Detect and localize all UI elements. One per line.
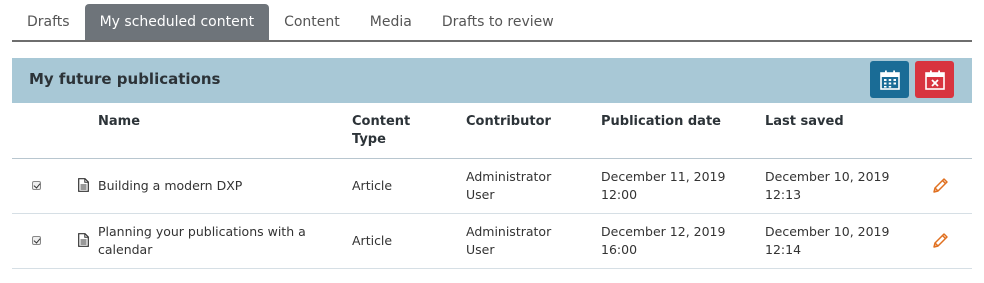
row-name[interactable]: Planning your publications with a calend… (98, 223, 328, 259)
column-header-content-type-line1: Content (352, 114, 411, 129)
pencil-icon[interactable] (930, 176, 950, 196)
row-content-type: Article (352, 233, 393, 248)
tab-media[interactable]: Media (355, 4, 427, 40)
column-header-name: Name (98, 114, 141, 129)
row-publication-date-line2: 12:00 (601, 187, 638, 202)
calendar-remove-icon (924, 70, 945, 90)
row-contributor: Administrator User (466, 168, 586, 204)
row-publication-date-line1: December 12, 2019 (601, 224, 726, 239)
tab-content[interactable]: Content (269, 4, 355, 40)
row-last-saved-line1: December 10, 2019 (765, 224, 890, 239)
row-content-type: Article (352, 178, 393, 193)
row-name[interactable]: Building a modern DXP (98, 177, 328, 195)
row-publication-date: December 12, 2019 16:00 (601, 223, 751, 259)
row-contributor-line2: User (466, 187, 495, 202)
unschedule-button[interactable] (915, 61, 954, 98)
column-header-publication-date: Publication date (601, 114, 721, 129)
table-row[interactable]: Building a modern DXP Article Administra… (12, 159, 972, 214)
row-last-saved-line1: December 10, 2019 (765, 169, 890, 184)
row-name-line2: calendar (98, 242, 153, 257)
row-publication-date-line1: December 11, 2019 (601, 169, 726, 184)
row-name-line1: Planning your publications with a (98, 224, 306, 239)
row-publication-date-line2: 16:00 (601, 242, 638, 257)
column-header-content-type: Content Type (352, 113, 452, 149)
scheduled-content-table: Name Content Type Contributor Publicatio… (12, 103, 972, 269)
column-header-last-saved: Last saved (765, 114, 844, 129)
row-last-saved-line2: 12:14 (765, 242, 802, 257)
row-contributor-line1: Administrator (466, 169, 552, 184)
row-last-saved-line2: 12:13 (765, 187, 802, 202)
row-last-saved: December 10, 2019 12:13 (765, 168, 915, 204)
pencil-icon[interactable] (930, 231, 950, 251)
row-contributor-line2: User (466, 242, 495, 257)
calendar-icon (879, 70, 900, 90)
row-contributor: Administrator User (466, 223, 586, 259)
tab-bar: Drafts My scheduled content Content Medi… (12, 4, 972, 42)
panel-header: My future publications (12, 58, 972, 103)
panel-title: My future publications (29, 70, 221, 88)
column-header-contributor: Contributor (466, 114, 551, 129)
row-contributor-line1: Administrator (466, 224, 552, 239)
column-header-content-type-line2: Type (352, 132, 386, 147)
table-row[interactable]: Planning your publications with a calend… (12, 214, 972, 269)
document-icon (78, 178, 89, 192)
row-checkbox[interactable] (32, 236, 41, 245)
row-last-saved: December 10, 2019 12:14 (765, 223, 915, 259)
row-name-line1: Building a modern DXP (98, 178, 243, 193)
calendar-button[interactable] (870, 61, 909, 98)
tab-my-scheduled-content[interactable]: My scheduled content (84, 4, 270, 40)
row-checkbox[interactable] (32, 181, 41, 190)
tab-drafts-to-review[interactable]: Drafts to review (427, 4, 569, 40)
document-icon (78, 233, 89, 247)
tab-drafts[interactable]: Drafts (12, 4, 85, 40)
table-header-row: Name Content Type Contributor Publicatio… (12, 103, 972, 159)
row-publication-date: December 11, 2019 12:00 (601, 168, 751, 204)
